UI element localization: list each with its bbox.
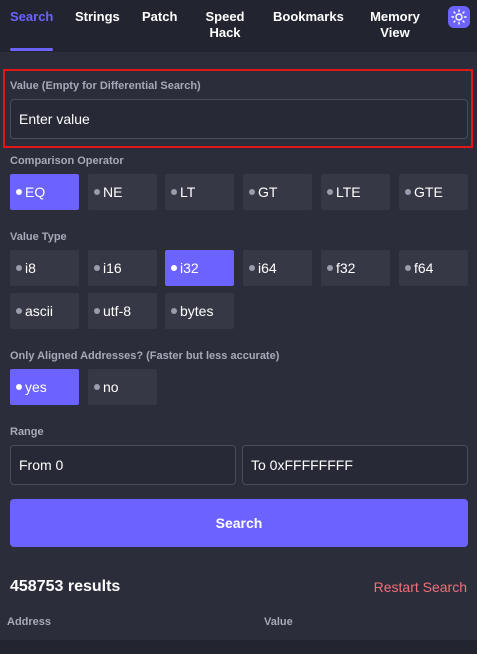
comparison-option-ne[interactable]: NE <box>88 174 157 210</box>
range-from-input[interactable] <box>10 445 236 485</box>
active-tab-indicator <box>10 48 53 51</box>
value-type-option-i32[interactable]: i32 <box>165 250 234 286</box>
tab-strings[interactable]: Strings <box>75 9 120 25</box>
value-type-label: Value Type <box>10 231 67 243</box>
radio-dot-icon <box>249 189 255 195</box>
comparison-operator-label: Comparison Operator <box>10 155 124 167</box>
value-type-option-utf8[interactable]: utf-8 <box>88 293 157 329</box>
comparison-option-gte[interactable]: GTE <box>399 174 468 210</box>
column-header-address: Address <box>7 616 52 628</box>
radio-dot-icon <box>405 189 411 195</box>
comparison-option-lte[interactable]: LTE <box>321 174 390 210</box>
radio-dot-icon <box>327 189 333 195</box>
search-button[interactable]: Search <box>10 499 468 547</box>
column-header-value: Value <box>264 616 293 628</box>
tab-speed-hack[interactable]: Speed Hack <box>200 9 250 41</box>
aligned-option-yes[interactable]: yes <box>10 369 79 405</box>
value-type-option-ascii[interactable]: ascii <box>10 293 79 329</box>
radio-dot-icon <box>16 265 22 271</box>
comparison-option-eq[interactable]: EQ <box>10 174 79 210</box>
value-type-option-f64[interactable]: f64 <box>399 250 468 286</box>
range-label: Range <box>10 426 44 438</box>
radio-dot-icon <box>171 308 177 314</box>
top-nav: Search Strings Patch Speed Hack Bookmark… <box>0 0 477 52</box>
value-type-option-i8[interactable]: i8 <box>10 250 79 286</box>
radio-dot-icon <box>405 265 411 271</box>
tab-patch[interactable]: Patch <box>142 9 177 25</box>
radio-dot-icon <box>94 308 100 314</box>
restart-search-button[interactable]: Restart Search <box>374 579 467 595</box>
aligned-addresses-label: Only Aligned Addresses? (Faster but less… <box>10 350 280 362</box>
radio-dot-icon <box>16 308 22 314</box>
range-to-input[interactable] <box>242 445 468 485</box>
value-type-option-i64[interactable]: i64 <box>243 250 312 286</box>
radio-dot-icon <box>16 189 22 195</box>
theme-toggle-button[interactable] <box>448 6 470 28</box>
comparison-option-lt[interactable]: LT <box>165 174 234 210</box>
tab-memory-view[interactable]: Memory View <box>365 9 425 41</box>
radio-dot-icon <box>327 265 333 271</box>
radio-dot-icon <box>171 265 177 271</box>
radio-dot-icon <box>249 265 255 271</box>
radio-dot-icon <box>16 384 22 390</box>
radio-dot-icon <box>94 384 100 390</box>
sun-icon <box>451 9 467 25</box>
value-input[interactable] <box>10 99 468 139</box>
value-type-option-f32[interactable]: f32 <box>321 250 390 286</box>
radio-dot-icon <box>94 189 100 195</box>
tab-search[interactable]: Search <box>10 9 53 25</box>
results-table <box>0 640 477 654</box>
value-type-option-bytes[interactable]: bytes <box>165 293 234 329</box>
radio-dot-icon <box>171 189 177 195</box>
results-count: 458753 results <box>10 578 121 595</box>
radio-dot-icon <box>94 265 100 271</box>
value-label: Value (Empty for Differential Search) <box>10 80 201 92</box>
aligned-option-no[interactable]: no <box>88 369 157 405</box>
tab-bookmarks[interactable]: Bookmarks <box>273 9 344 25</box>
comparison-option-gt[interactable]: GT <box>243 174 312 210</box>
value-type-option-i16[interactable]: i16 <box>88 250 157 286</box>
